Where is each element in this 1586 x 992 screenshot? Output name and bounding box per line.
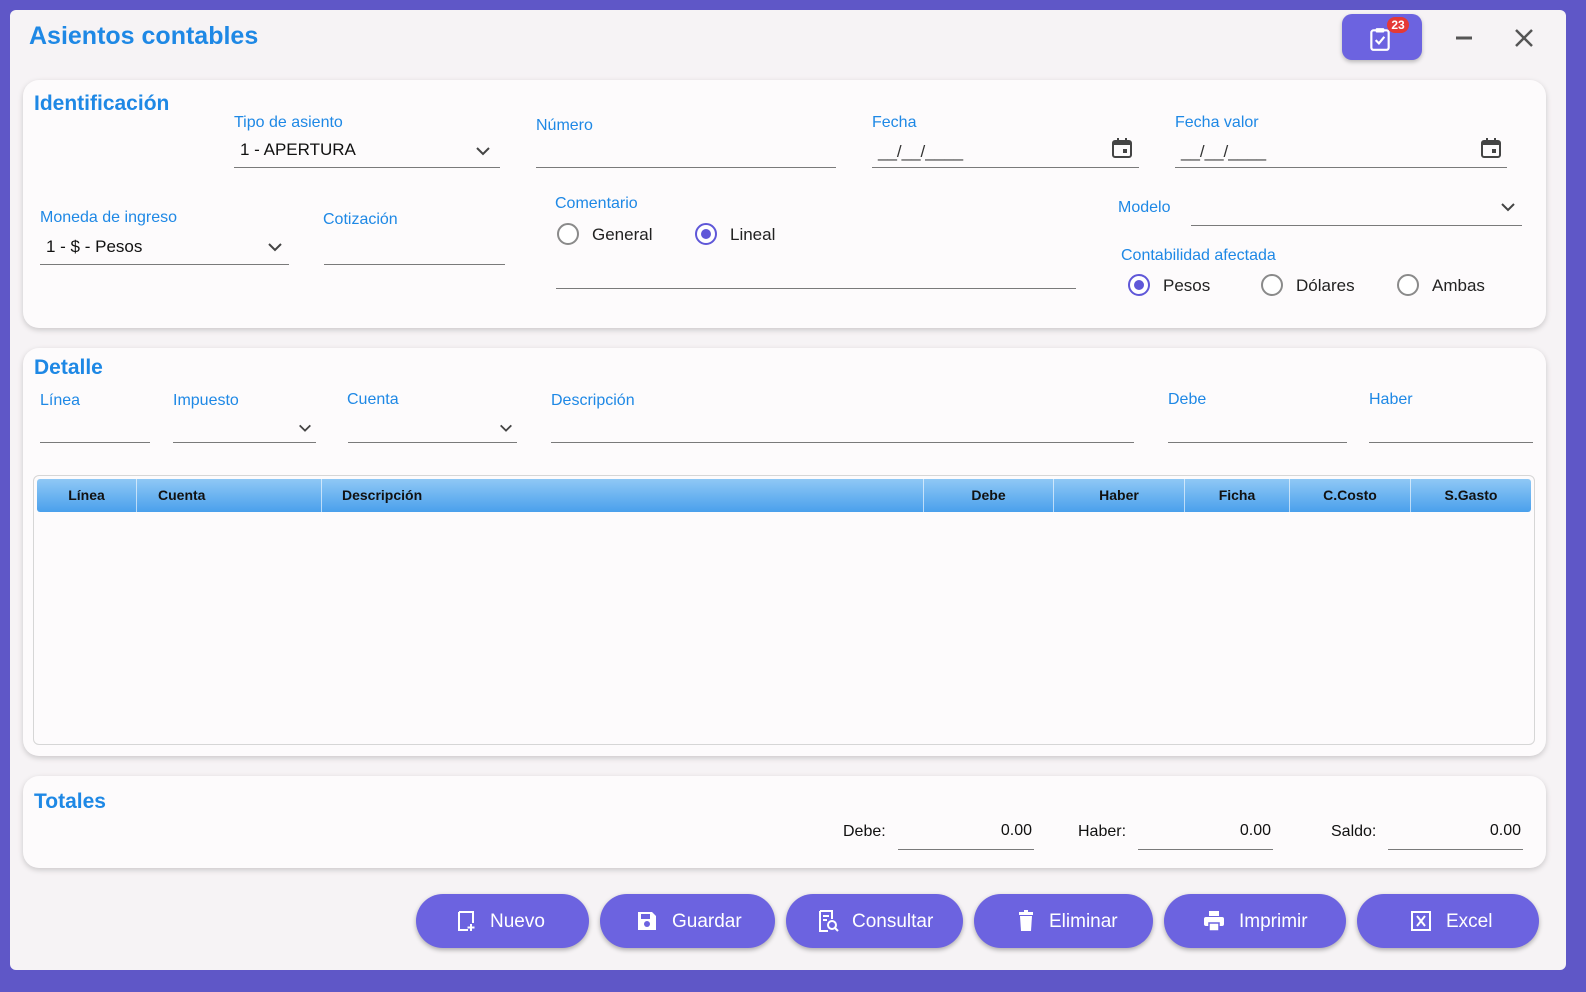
- column-header-debe[interactable]: Debe: [924, 479, 1054, 512]
- modelo-select[interactable]: [1191, 190, 1522, 226]
- cotizacion-input[interactable]: [324, 234, 505, 265]
- comentario-label: Comentario: [555, 195, 638, 212]
- haber-label: Haber: [1369, 391, 1413, 408]
- tipo-asiento-value: 1 - APERTURA: [240, 140, 356, 159]
- totales-title: Totales: [34, 790, 106, 813]
- impuesto-select[interactable]: [173, 414, 316, 443]
- linea-label: Línea: [40, 392, 81, 409]
- total-saldo-label: Saldo:: [1331, 823, 1377, 840]
- debe-label: Debe: [1168, 391, 1207, 408]
- contabilidad-dolares-label: Dólares: [1296, 276, 1355, 295]
- add-note-icon: [458, 911, 475, 931]
- fecha-mask: __/__/____: [878, 142, 964, 161]
- column-header-sgasto[interactable]: S.Gasto: [1411, 479, 1531, 512]
- detalle-title: Detalle: [34, 356, 103, 379]
- comentario-input[interactable]: [556, 265, 1076, 289]
- excel-label: Excel: [1446, 911, 1493, 932]
- consultar-button[interactable]: Consultar: [786, 894, 963, 948]
- total-haber-value: 0.00: [1239, 822, 1271, 839]
- chevron-down-icon: [268, 243, 282, 252]
- calendar-icon[interactable]: [1479, 136, 1503, 160]
- tipo-asiento-label: Tipo de asiento: [234, 114, 343, 131]
- imprimir-button[interactable]: Imprimir: [1164, 894, 1346, 948]
- detalle-grid[interactable]: Línea Cuenta Descripción Debe Haber Fich…: [33, 475, 1535, 745]
- column-header-linea[interactable]: Línea: [37, 479, 137, 512]
- contabilidad-pesos-radio[interactable]: [1128, 274, 1150, 296]
- eliminar-button[interactable]: Eliminar: [974, 894, 1153, 948]
- chevron-down-icon: [1501, 203, 1515, 212]
- excel-icon: [1411, 911, 1431, 931]
- total-saldo-value: 0.00: [1489, 822, 1521, 839]
- moneda-label: Moneda de ingreso: [40, 209, 177, 226]
- contabilidad-ambas-radio[interactable]: [1397, 274, 1419, 296]
- fecha-valor-label: Fecha valor: [1175, 114, 1259, 131]
- notifications-button[interactable]: 23: [1342, 14, 1422, 60]
- total-debe-value: 0.00: [1000, 822, 1032, 839]
- comentario-general-radio[interactable]: [557, 223, 579, 245]
- comentario-lineal-label: Lineal: [730, 225, 776, 244]
- total-haber-label: Haber:: [1078, 823, 1127, 840]
- chevron-down-icon: [299, 424, 311, 432]
- consultar-label: Consultar: [852, 911, 934, 932]
- identificacion-title: Identificación: [34, 92, 170, 115]
- guardar-button[interactable]: Guardar: [600, 894, 775, 948]
- search-document-icon: [819, 910, 839, 932]
- fecha-valor-input[interactable]: __/__/____: [1175, 134, 1507, 168]
- descripcion-input[interactable]: [551, 414, 1134, 443]
- debe-input[interactable]: [1168, 414, 1347, 443]
- column-header-ficha[interactable]: Ficha: [1185, 479, 1290, 512]
- column-header-descripcion[interactable]: Descripción: [322, 479, 924, 512]
- main-window: Asientos contables 23 Identificación Tip…: [10, 10, 1566, 970]
- calendar-icon[interactable]: [1110, 136, 1134, 160]
- cuenta-select[interactable]: [348, 414, 517, 443]
- fecha-valor-mask: __/__/____: [1181, 142, 1267, 161]
- total-debe-label: Debe:: [843, 823, 886, 840]
- fecha-input[interactable]: __/__/____: [872, 134, 1139, 168]
- comentario-lineal-radio[interactable]: [695, 223, 717, 245]
- trash-icon: [1019, 910, 1033, 931]
- totales-panel: Totales Debe: 0.00 Haber: 0.00 Saldo: 0.…: [23, 776, 1546, 868]
- column-header-cuenta[interactable]: Cuenta: [137, 479, 322, 512]
- nuevo-label: Nuevo: [490, 911, 545, 932]
- numero-input[interactable]: [536, 138, 836, 168]
- printer-icon: [1204, 911, 1224, 932]
- window-title: Asientos contables: [29, 22, 259, 50]
- contabilidad-ambas-label: Ambas: [1432, 276, 1485, 295]
- haber-input[interactable]: [1369, 414, 1533, 443]
- eliminar-label: Eliminar: [1049, 911, 1118, 932]
- contabilidad-pesos-label: Pesos: [1163, 276, 1211, 295]
- fecha-label: Fecha: [872, 114, 917, 131]
- cotizacion-label: Cotización: [323, 211, 398, 228]
- linea-input[interactable]: [40, 414, 150, 443]
- chevron-down-icon: [500, 424, 512, 432]
- comentario-general-label: General: [592, 225, 653, 244]
- total-haber-field: 0.00: [1138, 816, 1273, 850]
- save-icon: [638, 912, 656, 930]
- contabilidad-dolares-radio[interactable]: [1261, 274, 1283, 296]
- moneda-select[interactable]: 1 - $ - Pesos: [40, 230, 289, 265]
- nuevo-button[interactable]: Nuevo: [416, 894, 589, 948]
- column-header-ccosto[interactable]: C.Costo: [1290, 479, 1411, 512]
- identificacion-panel: Identificación Tipo de asiento 1 - APERT…: [23, 80, 1546, 328]
- tipo-asiento-select[interactable]: 1 - APERTURA: [234, 134, 500, 168]
- cuenta-label: Cuenta: [347, 391, 399, 408]
- guardar-label: Guardar: [672, 911, 742, 932]
- notification-badge: 23: [1387, 17, 1409, 33]
- imprimir-label: Imprimir: [1239, 911, 1308, 932]
- close-icon[interactable]: [1510, 24, 1538, 52]
- minimize-icon[interactable]: [1450, 24, 1478, 52]
- grid-header: Línea Cuenta Descripción Debe Haber Fich…: [37, 479, 1531, 512]
- total-saldo-field: 0.00: [1388, 816, 1523, 850]
- numero-label: Número: [536, 117, 593, 134]
- modelo-label: Modelo: [1118, 199, 1171, 216]
- descripcion-label: Descripción: [551, 392, 635, 409]
- column-header-haber[interactable]: Haber: [1054, 479, 1185, 512]
- chevron-down-icon: [476, 147, 490, 156]
- total-debe-field: 0.00: [898, 816, 1034, 850]
- contabilidad-label: Contabilidad afectada: [1121, 247, 1276, 264]
- impuesto-label: Impuesto: [173, 392, 239, 409]
- moneda-value: 1 - $ - Pesos: [46, 237, 143, 256]
- excel-button[interactable]: Excel: [1357, 894, 1539, 948]
